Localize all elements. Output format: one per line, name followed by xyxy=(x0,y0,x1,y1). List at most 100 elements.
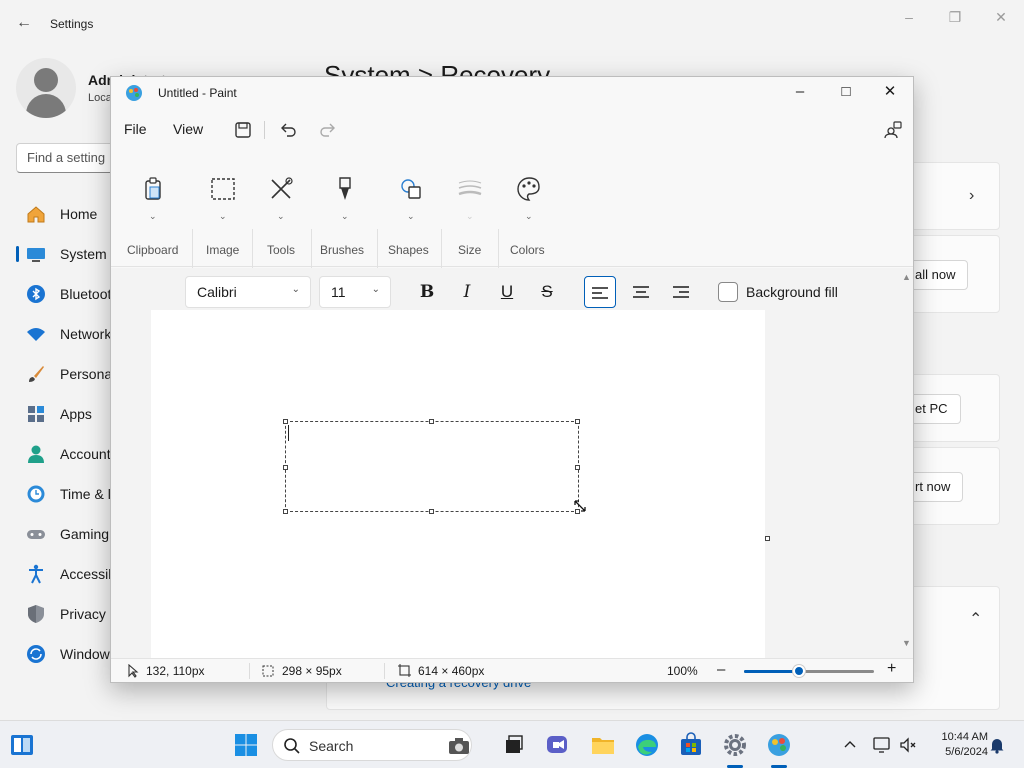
close-icon[interactable]: ✕ xyxy=(867,77,913,109)
clock-time: 10:44 AM xyxy=(941,731,988,743)
settings-titlebar: ← Settings – ❐ ✕ xyxy=(0,0,1024,48)
store-icon[interactable] xyxy=(677,731,705,759)
underline-icon[interactable]: U xyxy=(491,276,523,308)
ribbon-group-shapes[interactable]: ⌄ Shapes xyxy=(383,157,441,263)
sidebar-item-time-language[interactable]: Time & language xyxy=(16,476,165,512)
menu-view[interactable]: View xyxy=(173,121,203,137)
align-center-icon[interactable] xyxy=(625,276,657,308)
minimize-icon[interactable]: – xyxy=(897,8,921,26)
file-explorer-icon[interactable] xyxy=(589,731,617,759)
sidebar-item-accounts[interactable]: Accounts xyxy=(16,436,118,472)
paint-taskbar-icon[interactable] xyxy=(765,731,793,759)
volume-muted-icon[interactable] xyxy=(898,735,918,755)
scroll-down-icon[interactable]: ▼ xyxy=(902,638,911,648)
resize-handle[interactable] xyxy=(283,419,288,424)
sidebar-item-label: Apps xyxy=(60,406,92,422)
chevron-up-icon[interactable] xyxy=(843,738,857,750)
sidebar-item-system[interactable]: System xyxy=(16,236,116,272)
zoom-slider[interactable] xyxy=(744,670,874,673)
taskbar-search[interactable]: Search xyxy=(272,729,472,761)
notification-bell-icon[interactable] xyxy=(988,736,1006,754)
align-right-icon[interactable] xyxy=(665,276,697,308)
resize-handle[interactable] xyxy=(429,509,434,514)
account-settings-icon[interactable] xyxy=(882,119,904,141)
select-rectangle-icon xyxy=(211,178,235,200)
italic-icon[interactable]: I xyxy=(451,276,483,308)
clipboard-icon xyxy=(145,177,161,200)
redo-icon[interactable] xyxy=(317,119,339,141)
tools-icon xyxy=(271,177,293,199)
paint-window: Untitled - Paint – □ ✕ File View ⌄ Clipb… xyxy=(110,76,914,683)
zoom-in-icon[interactable]: + xyxy=(887,660,896,678)
zoom-slider-fill xyxy=(744,670,799,673)
system-clock[interactable]: 10:44 AM 5/6/2024 xyxy=(924,730,988,760)
resize-handle[interactable] xyxy=(575,465,580,470)
background-fill-checkbox[interactable] xyxy=(718,282,738,302)
sidebar-item-windows-update[interactable]: Windows Update xyxy=(16,636,166,672)
ribbon-group-brushes[interactable]: ⌄ Brushes xyxy=(317,157,375,263)
zoom-slider-thumb[interactable] xyxy=(792,665,805,677)
sidebar-item-personalization[interactable]: Personalization xyxy=(16,356,156,392)
ribbon-label: Size xyxy=(458,243,482,257)
sidebar-item-network[interactable]: Network & internet xyxy=(16,316,175,352)
font-family-select[interactable]: Calibri ⌄ xyxy=(185,276,311,308)
sidebar-item-apps[interactable]: Apps xyxy=(16,396,116,432)
bluetooth-icon xyxy=(27,285,45,303)
sidebar-item-privacy[interactable]: Privacy & security xyxy=(16,596,171,632)
ribbon-group-image[interactable]: ⌄ Image xyxy=(199,157,247,263)
sidebar-item-label: Accounts xyxy=(60,446,118,462)
menu-file[interactable]: File xyxy=(124,121,147,137)
scroll-up-icon[interactable]: ▲ xyxy=(902,272,911,282)
wifi-icon xyxy=(27,328,45,341)
teams-icon[interactable] xyxy=(544,731,572,759)
font-size-select[interactable]: 11 ⌄ xyxy=(319,276,391,308)
ribbon-group-tools[interactable]: ⌄ Tools xyxy=(259,157,309,263)
brush-icon xyxy=(29,366,44,382)
ribbon-group-colors[interactable]: ⌄ Colors xyxy=(505,157,553,263)
minimize-icon[interactable]: – xyxy=(777,77,823,109)
sidebar-item-gaming[interactable]: Gaming xyxy=(16,516,116,552)
task-view-icon[interactable] xyxy=(500,731,528,759)
resize-handle[interactable] xyxy=(429,419,434,424)
strikethrough-icon[interactable]: S xyxy=(531,276,563,308)
account-icon xyxy=(28,445,44,463)
edge-icon[interactable] xyxy=(633,731,661,759)
chevron-down-icon: ⌄ xyxy=(466,211,474,221)
widgets-icon[interactable] xyxy=(8,731,36,759)
back-arrow-icon[interactable]: ← xyxy=(14,13,34,33)
text-selection-box[interactable] xyxy=(285,421,579,512)
cursor-position-icon xyxy=(128,664,139,678)
chevron-up-icon[interactable]: ⌃ xyxy=(969,609,982,629)
selection-size: 298 × 95px xyxy=(282,664,342,678)
avatar[interactable] xyxy=(16,58,76,118)
canvas-resize-handle[interactable] xyxy=(765,536,770,541)
resize-handle[interactable] xyxy=(283,465,288,470)
settings-gear-icon[interactable] xyxy=(721,731,749,759)
sidebar-item-home[interactable]: Home xyxy=(16,196,116,232)
start-icon[interactable] xyxy=(232,731,260,759)
status-separator xyxy=(384,663,385,679)
close-icon[interactable]: ✕ xyxy=(989,8,1013,26)
save-icon[interactable] xyxy=(232,119,254,141)
vertical-scrollbar[interactable]: ▲ ▼ xyxy=(901,268,913,658)
sidebar-item-bluetooth[interactable]: Bluetooth & devices xyxy=(16,276,184,312)
system-icon xyxy=(27,248,45,262)
chevron-down-icon: ⌄ xyxy=(407,211,415,221)
maximize-icon[interactable]: □ xyxy=(823,77,869,109)
ribbon-label: Brushes xyxy=(320,243,365,257)
resize-handle[interactable] xyxy=(283,509,288,514)
bold-icon[interactable]: B xyxy=(411,276,443,308)
resize-handle[interactable] xyxy=(575,419,580,424)
ribbon-group-clipboard[interactable]: ⌄ Clipboard xyxy=(121,157,185,263)
accessibility-icon xyxy=(29,564,43,584)
canvas-size: 614 × 460px xyxy=(418,664,485,678)
shapes-icon xyxy=(401,179,421,199)
canvas-size-icon xyxy=(398,664,411,677)
zoom-out-icon[interactable]: – xyxy=(717,661,725,678)
display-icon[interactable] xyxy=(872,735,892,755)
align-left-icon[interactable] xyxy=(584,276,616,308)
ribbon-label: Colors xyxy=(510,243,545,257)
undo-icon[interactable] xyxy=(277,119,299,141)
restore-icon[interactable]: ❐ xyxy=(943,8,967,26)
sidebar-item-accessibility[interactable]: Accessibility xyxy=(16,556,136,592)
